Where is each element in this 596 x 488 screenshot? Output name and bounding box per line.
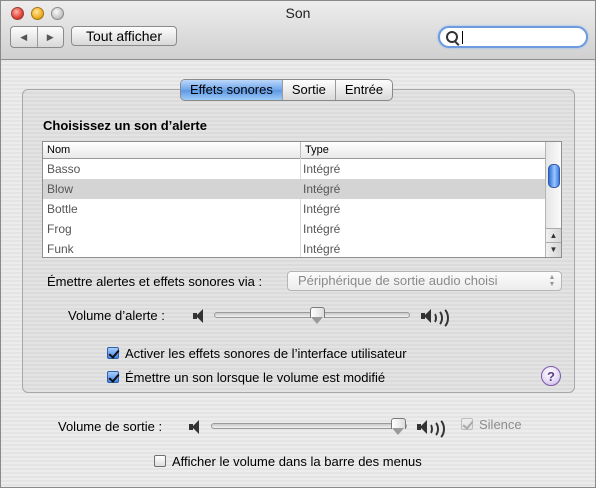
alert-sound-list[interactable]: Nom Type Basso Intégré Blow Intégré Bott… (42, 141, 562, 258)
back-forward-control: ◀ ▶ (10, 26, 64, 48)
tab-entree[interactable]: Entrée (336, 80, 392, 100)
speaker-high-icon (417, 417, 445, 441)
table-row-selected[interactable]: Blow Intégré (43, 179, 546, 199)
forward-button[interactable]: ▶ (38, 27, 64, 47)
table-row[interactable]: Frog Intégré (43, 219, 546, 239)
alert-sound-heading: Choisissez un son d’alerte (43, 118, 207, 133)
table-row[interactable]: Bottle Intégré (43, 199, 546, 219)
sound-type: Intégré (303, 242, 341, 256)
mute-label[interactable]: Silence (479, 417, 522, 432)
ui-effects-checkbox[interactable] (107, 347, 119, 359)
popup-arrows-icon: ▲ ▼ (548, 274, 556, 288)
output-volume-label: Volume de sortie : (58, 419, 163, 434)
column-header-name[interactable]: Nom (47, 144, 70, 156)
list-header: Nom Type (43, 142, 546, 159)
scroll-down-arrow-icon: ▼ (549, 245, 558, 254)
search-field[interactable] (438, 26, 588, 48)
sound-type: Intégré (303, 202, 341, 216)
alert-volume-label: Volume d’alerte : (68, 308, 165, 323)
menu-bar-volume-checkbox[interactable] (154, 455, 166, 467)
output-volume-knob[interactable] (391, 418, 406, 435)
back-arrow-icon: ◀ (20, 31, 28, 42)
volume-feedback-checkbox[interactable] (107, 371, 119, 383)
sound-name: Basso (47, 162, 81, 176)
tab-sortie[interactable]: Sortie (283, 80, 336, 100)
help-button[interactable]: ? (541, 366, 561, 386)
output-device-label: Émettre alertes et effets sonores via : (47, 274, 263, 289)
scroll-up-arrow-icon: ▲ (549, 231, 558, 240)
ui-effects-label[interactable]: Activer les effets sonores de l’interfac… (125, 346, 407, 361)
search-icon (446, 31, 458, 43)
show-all-button[interactable]: Tout afficher (71, 26, 177, 46)
help-icon: ? (547, 369, 555, 384)
text-cursor (462, 31, 463, 44)
alert-volume-knob[interactable] (310, 307, 325, 324)
volume-feedback-label[interactable]: Émettre un son lorsque le volume est mod… (125, 370, 385, 385)
column-divider (300, 142, 301, 158)
table-row[interactable]: Funk Intégré (43, 239, 546, 259)
forward-arrow-icon: ▶ (46, 31, 54, 42)
scroll-up-button[interactable]: ▲ (546, 228, 561, 243)
scroll-down-button[interactable]: ▼ (546, 242, 561, 257)
output-device-popup[interactable]: Périphérique de sortie audio choisi ▲ ▼ (287, 271, 562, 291)
table-row[interactable]: Basso Intégré (43, 159, 546, 179)
sound-type: Intégré (303, 162, 341, 176)
sound-name: Bottle (47, 202, 78, 216)
sound-name: Frog (47, 222, 72, 236)
title-bar: Son ◀ ▶ Tout afficher (1, 1, 595, 60)
output-device-value: Périphérique de sortie audio choisi (298, 273, 498, 288)
back-button[interactable]: ◀ (11, 27, 38, 47)
column-header-type[interactable]: Type (305, 144, 329, 156)
speaker-low-icon (189, 420, 203, 434)
vertical-scrollbar[interactable]: ▲ ▼ (545, 142, 561, 257)
sound-name: Blow (47, 182, 74, 196)
speaker-high-icon (421, 306, 449, 330)
scroll-thumb[interactable] (548, 164, 560, 188)
output-volume-slider[interactable] (211, 423, 407, 429)
speaker-low-icon (193, 309, 207, 323)
sound-name: Funk (47, 242, 74, 256)
tab-bar: Effets sonores Sortie Entrée (180, 79, 394, 101)
mute-checkbox[interactable] (461, 418, 473, 430)
sound-type: Intégré (303, 222, 341, 236)
tab-effets-sonores[interactable]: Effets sonores (181, 80, 283, 100)
window-title: Son (285, 5, 311, 21)
menu-bar-volume-label[interactable]: Afficher le volume dans la barre des men… (172, 454, 422, 469)
sound-type: Intégré (303, 182, 341, 196)
